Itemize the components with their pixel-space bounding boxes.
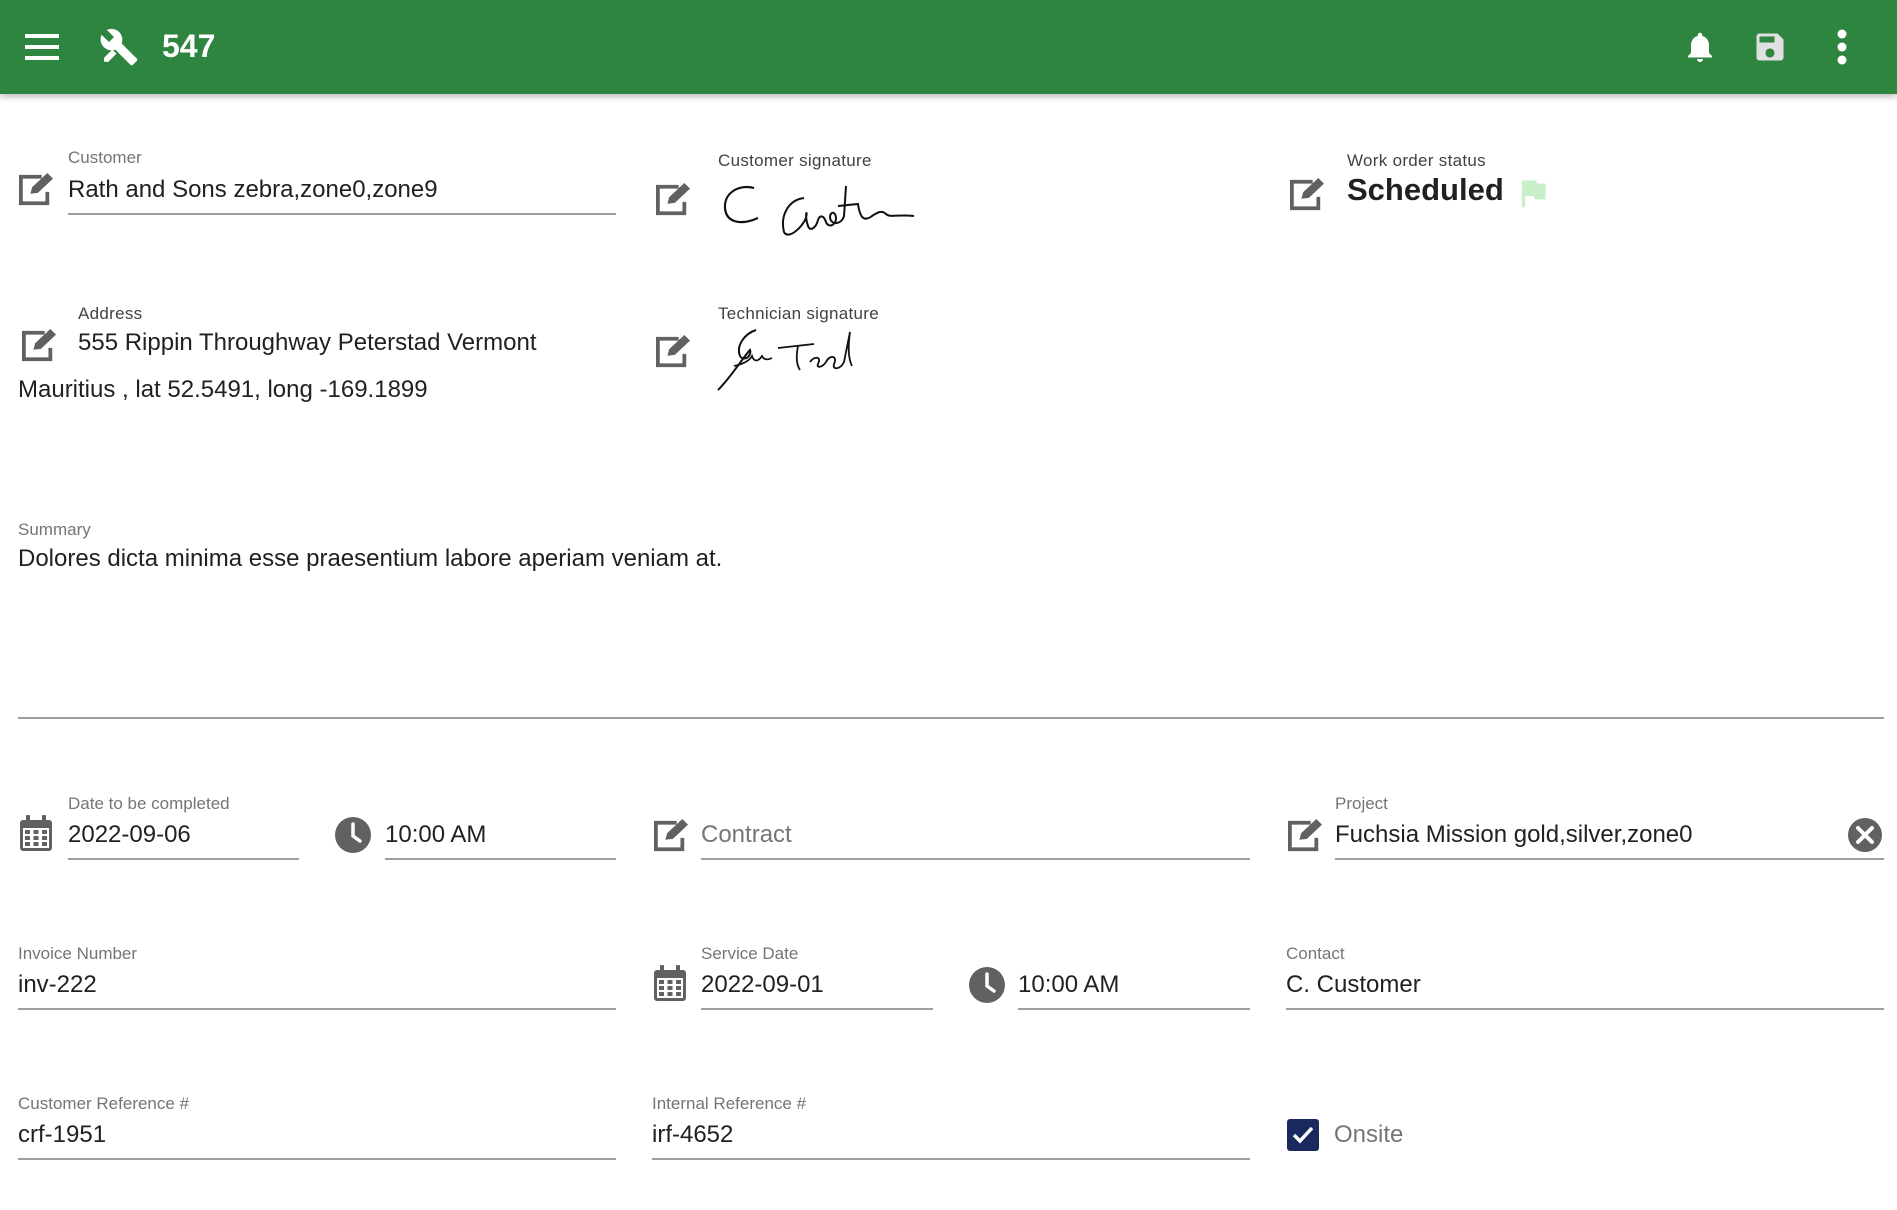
date-to-complete-underline (68, 858, 299, 860)
summary-label: Summary (18, 520, 91, 539)
technician-signature-image[interactable] (714, 326, 864, 392)
customer-reference-field[interactable]: crf-1951 (18, 1120, 106, 1150)
save-icon[interactable] (1750, 26, 1790, 68)
calendar-icon[interactable] (18, 814, 54, 852)
invoice-underline (18, 1008, 616, 1010)
customer-reference-underline (18, 1158, 616, 1160)
checkmark-icon (1292, 1126, 1314, 1144)
work-order-status-label: Work order status (1347, 151, 1486, 170)
summary-underline (18, 717, 1884, 719)
app-bar: 547 (0, 0, 1897, 94)
invoice-field[interactable]: inv-222 (18, 970, 97, 1000)
internal-reference-field[interactable]: irf-4652 (652, 1120, 733, 1150)
service-time-field[interactable]: 10:00 AM (1018, 970, 1119, 1000)
date-to-complete-field[interactable]: 2022-09-06 (68, 820, 191, 850)
edit-project-icon[interactable] (1285, 818, 1325, 854)
service-date-calendar-icon[interactable] (652, 964, 688, 1002)
page-title: 547 (162, 28, 216, 64)
summary-field[interactable]: Dolores dicta minima esse praesentium la… (18, 544, 722, 574)
customer-signature-label: Customer signature (718, 151, 872, 170)
service-date-underline (701, 1008, 933, 1010)
customer-reference-label: Customer Reference # (18, 1094, 190, 1113)
address-line1: 555 Rippin Throughway Peterstad Vermont (78, 329, 537, 356)
technician-signature-label: Technician signature (718, 304, 879, 323)
contact-underline (1286, 1008, 1884, 1010)
bell-icon[interactable] (1680, 26, 1720, 68)
customer-underline (68, 213, 616, 215)
menu-icon[interactable] (22, 29, 62, 65)
invoice-label: Invoice Number (18, 944, 138, 963)
time-to-complete-underline (385, 858, 616, 860)
time-to-complete-field[interactable]: 10:00 AM (385, 820, 486, 850)
clear-project-icon[interactable] (1847, 817, 1883, 853)
contact-label: Contact (1286, 944, 1345, 963)
service-time-clock-icon[interactable] (968, 966, 1006, 1004)
edit-customer-icon[interactable] (16, 172, 56, 208)
internal-reference-label: Internal Reference # (652, 1094, 807, 1113)
work-order-status-value: Scheduled (1347, 172, 1504, 207)
flag-icon (1514, 174, 1554, 214)
edit-contract-icon[interactable] (651, 818, 691, 854)
project-label: Project (1335, 794, 1388, 813)
service-date-label: Service Date (701, 944, 799, 963)
customer-field[interactable]: Rath and Sons zebra,zone0,zone9 (68, 175, 438, 205)
date-to-complete-label: Date to be completed (68, 794, 230, 813)
service-date-field[interactable]: 2022-09-01 (701, 970, 824, 1000)
project-underline (1335, 858, 1884, 860)
clock-icon[interactable] (334, 816, 372, 854)
internal-reference-underline (652, 1158, 1250, 1160)
address-line2: Mauritius , lat 52.5491, long -169.1899 (18, 376, 428, 403)
edit-status-icon[interactable] (1287, 177, 1327, 213)
tools-icon (98, 26, 140, 68)
customer-signature-image[interactable] (718, 178, 918, 240)
edit-address-icon[interactable] (19, 328, 59, 364)
contract-field[interactable]: Contract (701, 820, 792, 850)
address-label: Address (78, 304, 143, 323)
edit-customer-signature-icon[interactable] (653, 182, 693, 218)
customer-label: Customer (68, 148, 142, 167)
contact-field[interactable]: C. Customer (1286, 970, 1421, 1000)
onsite-checkbox[interactable] (1287, 1119, 1319, 1151)
more-vert-icon[interactable] (1822, 26, 1862, 68)
edit-technician-signature-icon[interactable] (653, 334, 693, 370)
onsite-label[interactable]: Onsite (1334, 1120, 1403, 1150)
contract-underline (701, 858, 1250, 860)
project-field[interactable]: Fuchsia Mission gold,silver,zone0 (1335, 820, 1693, 850)
service-time-underline (1018, 1008, 1250, 1010)
